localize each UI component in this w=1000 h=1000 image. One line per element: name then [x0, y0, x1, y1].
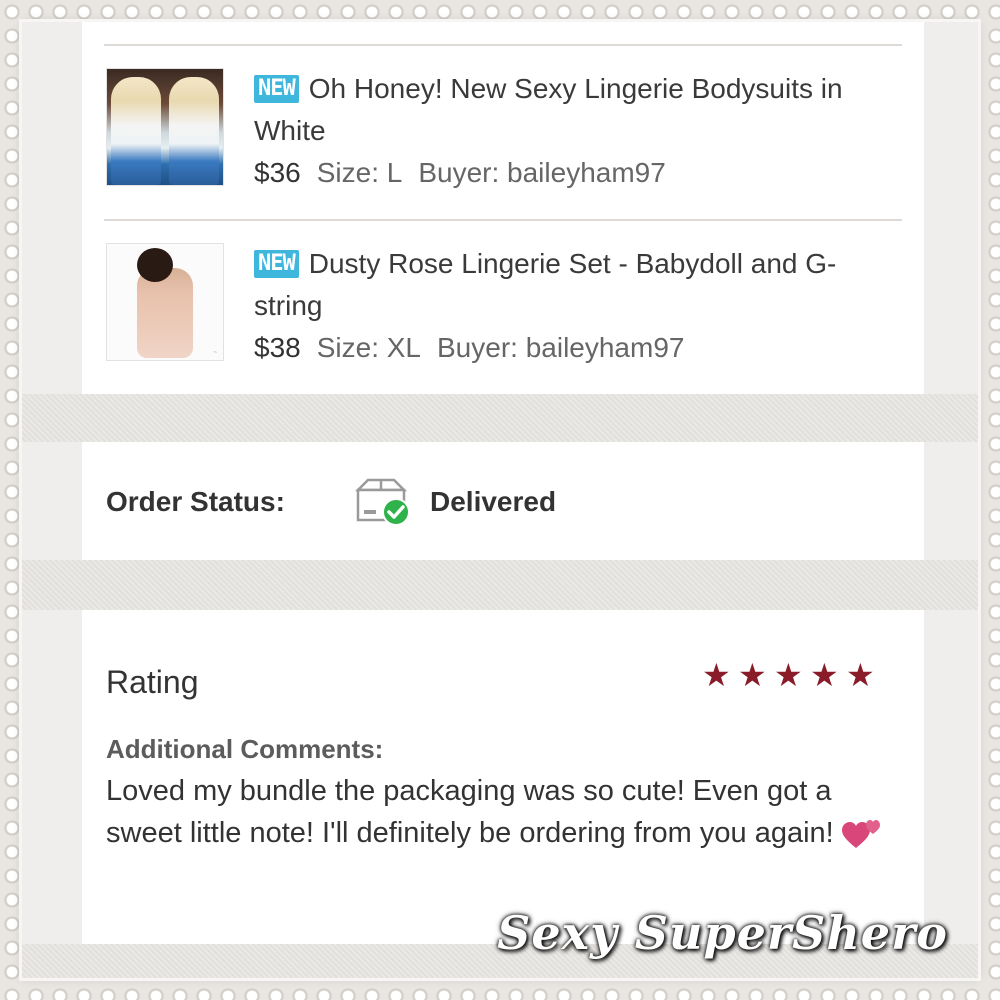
model-figure: [111, 77, 161, 185]
order-status-card: Order Status: Delivered: [82, 442, 924, 560]
item-title-text: Dusty Rose Lingerie Set - Babydoll and G…: [254, 248, 837, 321]
item-info: NEW Dusty Rose Lingerie Set - Babydoll an…: [254, 243, 904, 369]
item-size: Size: XL: [316, 332, 421, 363]
model-figure: [137, 268, 193, 358]
item-price: $38: [254, 332, 301, 363]
item-title-text: Oh Honey! New Sexy Lingerie Bodysuits in…: [254, 73, 843, 146]
rating-card: Rating ★ ★ ★ ★ ★ Additional Comments: Lo…: [82, 610, 924, 944]
divider: [104, 44, 902, 46]
star-icon: ★: [846, 657, 875, 693]
comments-text: Loved my bundle the packaging was so cut…: [106, 775, 834, 849]
item-meta: $38 Size: XL Buyer: baileyham97: [254, 327, 904, 369]
item-title[interactable]: NEW Oh Honey! New Sexy Lingerie Bodysuits…: [254, 68, 904, 152]
item-thumbnail[interactable]: [106, 68, 224, 186]
star-icon: ★: [774, 657, 803, 693]
comments-title: Additional Comments:: [106, 734, 384, 764]
new-badge: NEW: [254, 250, 299, 278]
screenshot-frame: NEW Oh Honey! New Sexy Lingerie Bodysuits…: [22, 22, 978, 978]
rating-label: Rating: [106, 664, 199, 700]
item-buyer: Buyer: baileyham97: [437, 332, 685, 363]
new-badge: NEW: [254, 75, 299, 103]
package-delivered-icon: [354, 478, 410, 526]
item-thumbnail[interactable]: ~: [106, 243, 224, 361]
order-item[interactable]: NEW Oh Honey! New Sexy Lingerie Bodysuits…: [104, 68, 904, 218]
order-status-label: Order Status:: [106, 486, 285, 517]
star-icon: ★: [810, 657, 839, 693]
model-hair: [137, 248, 173, 282]
star-icon: ★: [702, 657, 731, 693]
section-separator: [22, 394, 978, 442]
item-meta: $36 Size: L Buyer: baileyham97: [254, 152, 904, 194]
item-info: NEW Oh Honey! New Sexy Lingerie Bodysuits…: [254, 68, 904, 194]
order-items-card: NEW Oh Honey! New Sexy Lingerie Bodysuits…: [82, 22, 924, 394]
thumbnail-signature: ~: [213, 350, 217, 356]
two-hearts-icon: [841, 820, 880, 848]
item-price: $36: [254, 157, 301, 188]
comments-body: Loved my bundle the packaging was so cut…: [106, 770, 906, 854]
item-title[interactable]: NEW Dusty Rose Lingerie Set - Babydoll an…: [254, 243, 904, 327]
watermark: Sexy SuperShero: [497, 906, 948, 960]
item-size: Size: L: [316, 157, 403, 188]
order-item[interactable]: ~ NEW Dusty Rose Lingerie Set - Babydoll …: [104, 243, 904, 393]
item-buyer: Buyer: baileyham97: [418, 157, 666, 188]
divider: [104, 219, 902, 221]
star-rating: ★ ★ ★ ★ ★: [702, 657, 878, 693]
model-figure: [169, 77, 219, 185]
section-separator: [22, 560, 978, 610]
order-status-value: Delivered: [430, 486, 557, 517]
star-icon: ★: [738, 657, 767, 693]
